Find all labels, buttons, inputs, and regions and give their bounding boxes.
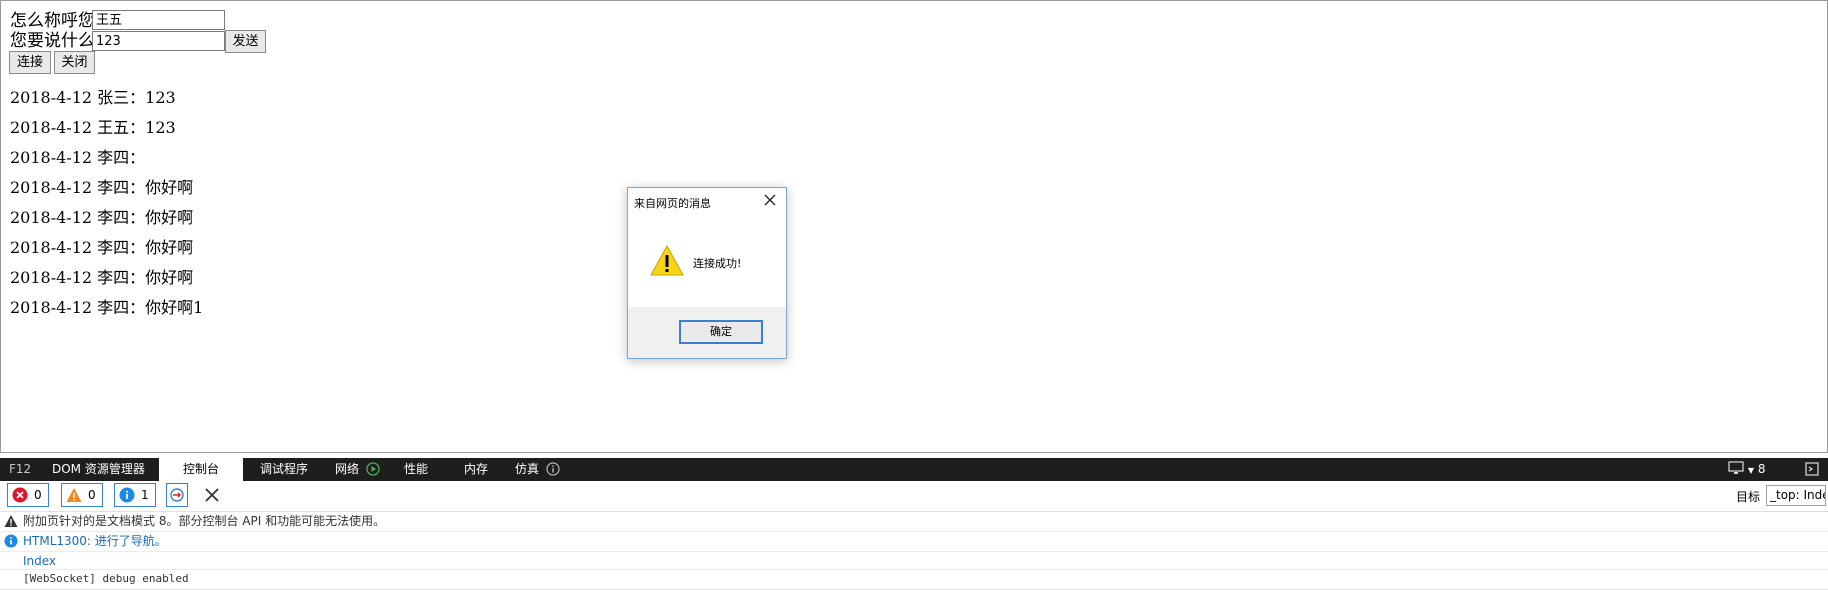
message-item: 2018-4-12 李四：你好啊 — [10, 268, 194, 287]
message-item: 2018-4-12 李四：你好啊 — [10, 238, 194, 257]
dialog-footer: 确定 — [628, 307, 786, 358]
devtools-tabbar: F12 DOM 资源管理器 控制台 调试程序 网络 性能 内存 仿真 ▼ 8 — [0, 458, 1828, 481]
ok-button[interactable]: 确定 — [679, 320, 763, 344]
tab-console[interactable]: 控制台 — [159, 458, 243, 481]
warning-icon — [66, 488, 82, 502]
warning-icon — [4, 515, 18, 527]
tab-debugger[interactable]: 调试程序 — [260, 458, 308, 481]
send-button[interactable]: 发送 — [225, 30, 266, 53]
play-icon — [366, 462, 380, 476]
clear-on-navigate-button[interactable] — [166, 483, 188, 507]
target-label: 目标 — [1736, 490, 1761, 504]
message-item: 2018-4-12 张三：123 — [10, 88, 176, 107]
profile-count: 8 — [1757, 462, 1766, 476]
errors-filter[interactable]: 0 — [7, 483, 49, 507]
clear-console-icon[interactable] — [203, 486, 221, 504]
info-icon — [546, 462, 560, 476]
message-input[interactable]: 123 — [92, 31, 225, 51]
info-icon — [4, 534, 18, 548]
close-button[interactable]: 关闭 — [54, 51, 95, 74]
warnings-count: 0 — [88, 488, 96, 502]
target-select[interactable]: _top: Index — [1766, 485, 1826, 506]
console-line: HTML1300: 进行了导航。 — [0, 532, 1828, 552]
tab-dom-explorer[interactable]: DOM 资源管理器 — [52, 458, 145, 481]
console-line-text: [WebSocket] debug enabled — [23, 572, 189, 585]
message-item: 2018-4-12 王五：123 — [10, 118, 176, 137]
tab-f12[interactable]: F12 — [9, 458, 31, 481]
console-line-text: 附加页针对的是文档模式 8。部分控制台 API 和功能可能无法使用。 — [23, 514, 386, 528]
console-line-text: HTML1300: 进行了导航。 — [23, 534, 167, 548]
monitor-icon — [1728, 461, 1744, 474]
clear-on-navigate-icon — [170, 488, 184, 502]
alert-dialog: 来自网页的消息 连接成功! 确定 — [627, 187, 787, 359]
undock-icon[interactable] — [1805, 458, 1819, 481]
console-line: 附加页针对的是文档模式 8。部分控制台 API 和功能可能无法使用。 — [0, 512, 1828, 532]
message-item: 2018-4-12 李四：你好啊1 — [10, 298, 204, 317]
info-filter[interactable]: 1 — [114, 483, 156, 507]
console-output: 附加页针对的是文档模式 8。部分控制台 API 和功能可能无法使用。 HTML1… — [0, 512, 1828, 590]
message-item: 2018-4-12 李四：你好啊 — [10, 208, 194, 227]
page-viewport: 怎么称呼您？ 王五 您要说什么？ 123 发送 连接 关闭 2018-4-12 … — [0, 0, 1828, 453]
tab-network-label: 网络 — [335, 462, 360, 476]
tab-performance[interactable]: 性能 — [404, 458, 428, 481]
name-input[interactable]: 王五 — [92, 10, 225, 30]
chevron-down-icon: ▼ — [1747, 466, 1754, 475]
error-icon — [12, 487, 28, 503]
console-toolbar: 0 0 1 目标 _top: Index — [0, 481, 1828, 512]
close-icon[interactable] — [762, 192, 778, 208]
dialog-text: 连接成功! — [693, 257, 742, 270]
warning-icon — [650, 244, 684, 278]
message-item: 2018-4-12 李四： — [10, 148, 146, 167]
errors-count: 0 — [34, 488, 42, 502]
tab-emulation[interactable]: 仿真 — [515, 458, 560, 481]
tab-emulation-label: 仿真 — [515, 462, 540, 476]
console-line-link[interactable]: Index — [23, 552, 56, 570]
console-line: [WebSocket] debug enabled — [0, 569, 1828, 590]
message-item: 2018-4-12 李四：你好啊 — [10, 178, 194, 197]
browser-profile-selector[interactable]: ▼ 8 — [1728, 458, 1765, 481]
warnings-filter[interactable]: 0 — [61, 483, 103, 507]
tab-memory[interactable]: 内存 — [464, 458, 488, 481]
connect-button[interactable]: 连接 — [9, 51, 51, 74]
dialog-title: 来自网页的消息 — [634, 197, 711, 210]
info-count: 1 — [141, 488, 149, 502]
info-icon — [119, 487, 135, 503]
tab-network[interactable]: 网络 — [335, 458, 380, 481]
